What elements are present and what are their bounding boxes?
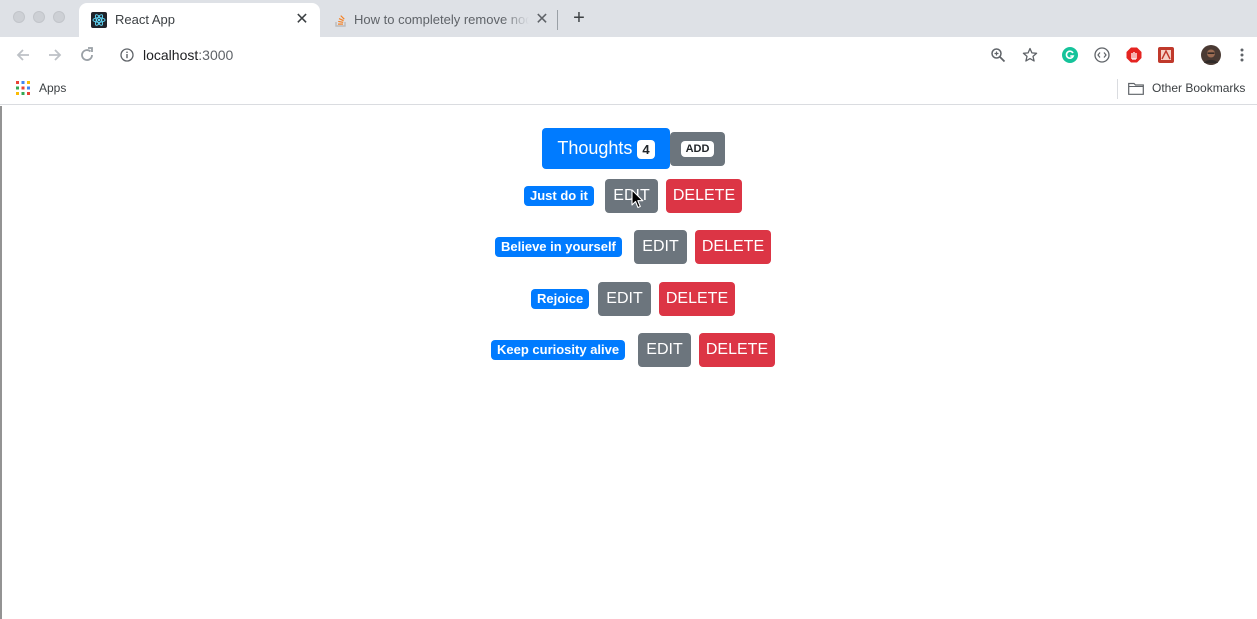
window-edge <box>0 106 2 619</box>
thought-badge: Just do it <box>524 186 594 206</box>
zoom-icon[interactable] <box>990 47 1006 63</box>
bookmarks-bar: Apps Other Bookmarks <box>0 73 1257 105</box>
tab-divider <box>557 10 558 30</box>
add-button[interactable]: ADD <box>670 132 725 166</box>
folder-icon <box>1128 82 1144 95</box>
code-extension-icon[interactable] <box>1094 47 1110 63</box>
menu-dots-icon[interactable] <box>1235 47 1249 63</box>
address-bar[interactable]: localhost:3000 <box>143 47 233 63</box>
thoughts-title: Thoughts <box>557 138 633 158</box>
thoughts-count-badge: 4 <box>637 139 655 159</box>
thought-badge: Keep curiosity alive <box>491 340 626 360</box>
forward-arrow-icon[interactable] <box>45 45 65 65</box>
delete-button[interactable]: DELETE <box>695 230 771 264</box>
react-icon <box>91 12 107 28</box>
close-icon[interactable]: ✕ <box>533 11 551 29</box>
add-label: ADD <box>680 140 715 157</box>
edit-button[interactable]: EDIT <box>638 333 691 367</box>
info-icon[interactable] <box>120 48 134 62</box>
new-tab-button[interactable]: + <box>569 8 589 28</box>
delete-button[interactable]: DELETE <box>699 333 775 367</box>
thought-badge: Rejoice <box>531 289 590 309</box>
thought-badge: Believe in yourself <box>495 237 622 257</box>
tab-title: React App <box>115 12 175 27</box>
edit-button[interactable]: EDIT <box>634 230 687 264</box>
avatar[interactable] <box>1201 45 1221 65</box>
browser-toolbar: localhost:3000 <box>0 37 1257 73</box>
tab-strip: React App ✕ How to completely remove nod… <box>0 0 1257 37</box>
thoughts-header-button[interactable]: Thoughts 4 <box>542 128 670 169</box>
edit-button[interactable]: EDIT <box>598 282 651 316</box>
tab-stackoverflow[interactable]: How to completely remove node ✕ <box>321 3 558 37</box>
delete-button[interactable]: DELETE <box>659 282 735 316</box>
apps-grid-icon[interactable] <box>16 81 30 95</box>
window-close-control[interactable] <box>13 11 25 23</box>
stackoverflow-icon <box>335 15 346 27</box>
tab-title: How to completely remove node <box>354 12 529 27</box>
mouse-cursor-icon <box>631 189 644 209</box>
close-icon[interactable]: ✕ <box>293 11 311 29</box>
delete-button[interactable]: DELETE <box>666 179 742 213</box>
bookmarks-divider <box>1117 79 1118 99</box>
grammarly-icon[interactable] <box>1062 47 1078 63</box>
back-arrow-icon[interactable] <box>13 45 33 65</box>
other-bookmarks[interactable]: Other Bookmarks <box>1152 81 1245 95</box>
extension-badge-icon[interactable] <box>1158 47 1174 63</box>
adblock-icon[interactable] <box>1126 47 1142 63</box>
reload-icon[interactable] <box>77 45 97 65</box>
apps-bookmark[interactable]: Apps <box>39 81 66 95</box>
window-minimize-control[interactable] <box>33 11 45 23</box>
tab-react-app[interactable]: React App ✕ <box>79 3 320 37</box>
window-zoom-control[interactable] <box>53 11 65 23</box>
star-icon[interactable] <box>1022 47 1038 63</box>
url-host: localhost <box>143 47 199 63</box>
url-port: :3000 <box>198 47 234 63</box>
